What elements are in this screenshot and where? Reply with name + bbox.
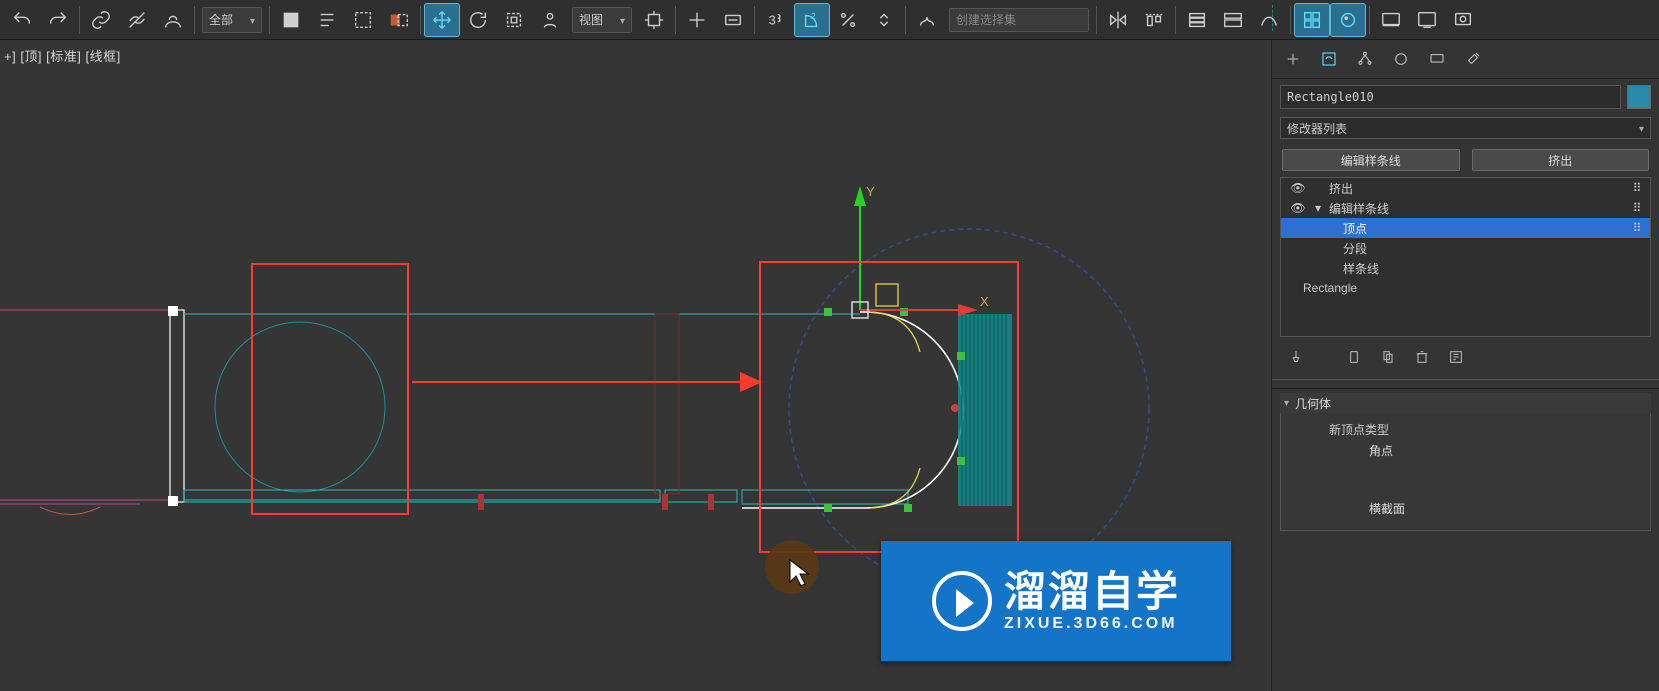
stack-item-label: 样条线: [1343, 260, 1646, 277]
eye-icon[interactable]: 👁: [1289, 201, 1307, 215]
option-corner[interactable]: 角点: [1369, 442, 1642, 460]
bind-icon[interactable]: [155, 3, 191, 37]
render-setup-icon[interactable]: [1373, 3, 1409, 37]
stack-base-rectangle[interactable]: Rectangle: [1281, 278, 1650, 298]
curve-editor-icon[interactable]: [1251, 3, 1287, 37]
select-move-icon[interactable]: [424, 3, 460, 37]
ref-coord-label: 视图: [579, 11, 603, 28]
named-set-edit-icon[interactable]: [909, 3, 945, 37]
expand-toggle-icon[interactable]: ▾: [1311, 201, 1325, 215]
modifier-list-label: 修改器列表: [1287, 120, 1347, 137]
modifier-list-dropdown[interactable]: 修改器列表: [1280, 117, 1651, 139]
render-frame-window-icon[interactable]: [1409, 3, 1445, 37]
named-selection-set-input[interactable]: 创建选择集: [949, 8, 1089, 32]
render-icon[interactable]: [1445, 3, 1481, 37]
stack-knob-icon[interactable]: ⠿: [1628, 201, 1646, 215]
configure-sets-icon[interactable]: [1446, 347, 1466, 367]
motion-tab-icon[interactable]: [1390, 48, 1412, 70]
link-icon[interactable]: [83, 3, 119, 37]
create-tab-icon[interactable]: [1282, 48, 1304, 70]
select-manipulate-icon[interactable]: [679, 3, 715, 37]
rect-select-icon[interactable]: [345, 3, 381, 37]
percent-snap-icon[interactable]: [830, 3, 866, 37]
make-unique-icon[interactable]: [1378, 347, 1398, 367]
snap-3d-icon[interactable]: 3: [758, 3, 794, 37]
viewport-canvas: Y X: [0, 62, 1272, 691]
stack-tools: [1272, 337, 1659, 375]
modify-tab-icon[interactable]: [1318, 48, 1340, 70]
new-vertex-type-label: 新顶点类型: [1329, 421, 1642, 438]
schematic-view-icon[interactable]: [1294, 3, 1330, 37]
selection-scope-dropdown[interactable]: 全部: [202, 7, 262, 33]
object-color-swatch[interactable]: [1627, 85, 1651, 109]
annotation-rect-left: [252, 264, 408, 514]
object-name-input[interactable]: [1280, 85, 1621, 109]
stack-knob-icon[interactable]: ⠿: [1628, 221, 1646, 235]
unlink-icon[interactable]: [119, 3, 155, 37]
stack-item-label: 分段: [1343, 240, 1646, 257]
svg-text:3: 3: [769, 12, 776, 27]
axis-y-label: Y: [866, 184, 875, 199]
extrude-button[interactable]: 挤出: [1472, 149, 1650, 171]
utilities-tab-icon[interactable]: [1462, 48, 1484, 70]
ref-coord-dropdown[interactable]: 视图: [572, 7, 632, 33]
show-end-result-icon[interactable]: [1344, 347, 1364, 367]
rollout-geometry-header[interactable]: 几何体: [1280, 393, 1651, 413]
remove-modifier-icon[interactable]: [1412, 347, 1432, 367]
stack-knob-icon[interactable]: ⠿: [1628, 181, 1646, 195]
rollout-geometry-title: 几何体: [1295, 395, 1331, 412]
annotation-arrow: [412, 372, 762, 392]
selection-set-placeholder: 创建选择集: [956, 11, 1016, 28]
material-editor-icon[interactable]: [1330, 3, 1366, 37]
command-panel: 修改器列表 编辑样条线 挤出 👁 挤出 ⠿ 👁 ▾ 编辑样条线 ⠿ 顶点 ⠿: [1272, 40, 1659, 691]
stack-item-label: Rectangle: [1303, 281, 1646, 295]
stack-item-label: 顶点: [1343, 220, 1624, 237]
select-object-icon[interactable]: [273, 3, 309, 37]
eye-icon[interactable]: 👁: [1289, 181, 1307, 195]
axis-x-label: X: [980, 294, 989, 309]
select-by-name-icon[interactable]: [309, 3, 345, 37]
hierarchy-tab-icon[interactable]: [1354, 48, 1376, 70]
stack-sub-spline[interactable]: 样条线: [1281, 258, 1650, 278]
stack-sub-segment[interactable]: 分段: [1281, 238, 1650, 258]
pin-stack-icon[interactable]: [1286, 347, 1306, 367]
select-rotate-icon[interactable]: [460, 3, 496, 37]
angle-snap-icon[interactable]: 2: [794, 3, 830, 37]
command-panel-tabs: [1272, 40, 1659, 79]
keyboard-shortcut-override-icon[interactable]: [715, 3, 751, 37]
select-scale-icon[interactable]: [496, 3, 532, 37]
stack-sub-vertex[interactable]: 顶点 ⠿: [1281, 218, 1650, 238]
select-place-icon[interactable]: [532, 3, 568, 37]
viewport-top[interactable]: +] [顶] [标准] [线框]: [0, 40, 1272, 691]
svg-text:2: 2: [811, 12, 816, 21]
undo-icon[interactable]: [4, 3, 40, 37]
stack-item-label: 编辑样条线: [1329, 200, 1624, 217]
spinner-snap-icon[interactable]: [866, 3, 902, 37]
pivot-center-icon[interactable]: [636, 3, 672, 37]
align-icon[interactable]: [1136, 3, 1172, 37]
mirror-icon[interactable]: [1100, 3, 1136, 37]
option-crosssection[interactable]: 横截面: [1369, 500, 1642, 518]
main-toolbar: 全部 视图 3 2 创建选择集: [0, 0, 1659, 40]
selection-scope-label: 全部: [209, 11, 233, 28]
window-crossing-icon[interactable]: [381, 3, 417, 37]
redo-icon[interactable]: [40, 3, 76, 37]
stack-item-label: 挤出: [1329, 180, 1624, 197]
stack-item-edit-spline[interactable]: 👁 ▾ 编辑样条线 ⠿: [1281, 198, 1650, 218]
toggle-layer-explorer-icon[interactable]: [1179, 3, 1215, 37]
stack-item-extrude[interactable]: 👁 挤出 ⠿: [1281, 178, 1650, 198]
rollout-geometry-body: 新顶点类型 角点 横截面: [1280, 413, 1651, 531]
toggle-ribbon-icon[interactable]: [1215, 3, 1251, 37]
modifier-stack[interactable]: 👁 挤出 ⠿ 👁 ▾ 编辑样条线 ⠿ 顶点 ⠿ 分段 样条线: [1280, 177, 1651, 337]
display-tab-icon[interactable]: [1426, 48, 1448, 70]
edit-spline-button[interactable]: 编辑样条线: [1282, 149, 1460, 171]
transform-gizmo: Y X: [852, 184, 989, 318]
